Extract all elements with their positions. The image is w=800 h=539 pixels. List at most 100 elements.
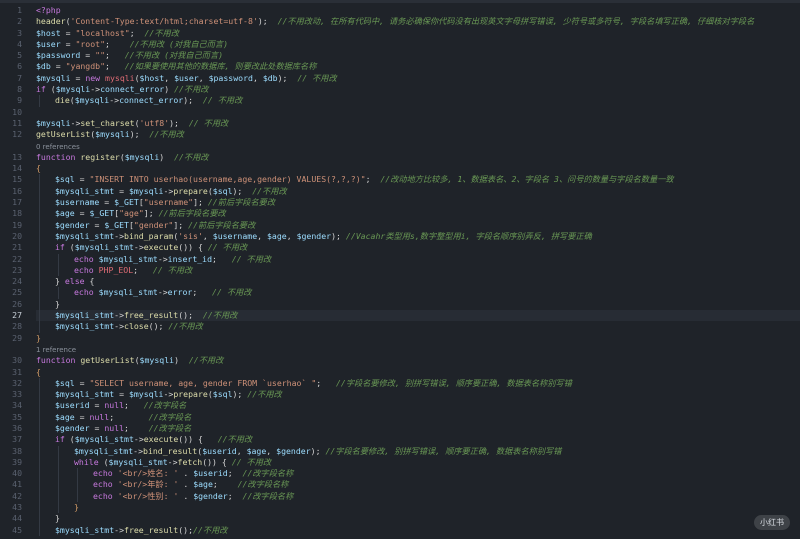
line-number: 17: [12, 197, 22, 208]
code-line[interactable]: while ($mysqli_stmt->fetch()) { // 不用改: [36, 456, 800, 469]
code-token: ->: [114, 524, 125, 535]
code-line[interactable]: }: [36, 298, 800, 311]
code-line[interactable]: $age = null; //改字段名: [36, 411, 800, 423]
line-number: 38: [12, 445, 22, 456]
code-line[interactable]: }: [36, 502, 800, 514]
code-line[interactable]: [36, 107, 800, 118]
code-line[interactable]: $username = $_GET["username"]; //前后字段名要改: [36, 197, 800, 209]
code-line[interactable]: $password = ""; //不用改 (对我自己而言): [36, 50, 800, 61]
code-line[interactable]: <?php: [36, 5, 800, 16]
code-line[interactable]: header('Content-Type:text/html;charset=u…: [36, 16, 800, 27]
code-line[interactable]: $sql = "SELECT username, age, gender FRO…: [36, 377, 800, 390]
code-token: $mysqli_stmt: [108, 456, 168, 467]
code-line[interactable]: $userid = null; //改字段名: [36, 400, 800, 412]
code-line[interactable]: $age = $_GET["age"]; //前后字段名要改: [36, 208, 800, 220]
line-number: 3: [17, 27, 22, 38]
code-area[interactable]: <?php header('Content-Type:text/html;char…: [36, 5, 800, 536]
code-line[interactable]: echo $mysqli_stmt->error; // 不用改: [36, 287, 800, 299]
code-line[interactable]: $mysqli = new mysqli($host, $user, $pass…: [36, 73, 800, 84]
code-line[interactable]: if ($mysqli_stmt->execute()) { // 不用改: [36, 242, 800, 254]
code-token: //不用改: [174, 151, 209, 162]
code-token: $mysqli_stmt: [55, 185, 115, 196]
code-line[interactable]: $mysqli_stmt->close(); //不用改: [36, 321, 800, 333]
code-line[interactable]: {: [36, 367, 800, 378]
code-token: .: [178, 490, 194, 501]
code-line[interactable]: echo '<br/>年龄: ' . $age; //改字段名称: [36, 479, 800, 491]
indent-guide: [39, 321, 40, 333]
code-token: free_result: [124, 524, 179, 535]
code-line[interactable]: echo PHP_EOL; // 不用改: [36, 264, 800, 277]
code-token: ];: [193, 197, 208, 208]
code-token: null: [89, 411, 110, 422]
code-token: ->: [163, 185, 174, 196]
codelens-label[interactable]: 0 references: [36, 143, 80, 151]
line-number: 20: [12, 230, 22, 241]
line-number: 19: [12, 219, 22, 230]
code-line[interactable]: $mysqli->set_charset('utf8'); // 不用改: [36, 118, 800, 129]
code-line[interactable]: $mysqli_stmt = $mysqli->prepare($sql); /…: [36, 185, 800, 198]
code-token: ();: [178, 310, 203, 321]
code-line[interactable]: $host = "localhost"; //不用改: [36, 28, 800, 39]
indent-guide: [39, 174, 40, 186]
code-token: $gender: [55, 219, 90, 230]
code-line[interactable]: $gender = null; //改字段名: [36, 422, 800, 435]
code-token: ;: [105, 38, 130, 49]
code-line[interactable]: echo $mysqli_stmt->insert_id; // 不用改: [36, 253, 800, 265]
code-line[interactable]: $mysqli_stmt->free_result();//不用改: [36, 524, 800, 536]
code-line[interactable]: getUserList($mysqli); //不用改: [36, 129, 800, 140]
line-number: 5: [17, 50, 22, 61]
code-line[interactable]: $gender = $_GET["gender"]; //前后字段名要改: [36, 219, 800, 231]
code-line[interactable]: $mysqli_stmt->bind_result($userid, $age,…: [36, 445, 800, 457]
code-token: //如果要使用其他的数据库, 则要改此处数据库名称: [124, 61, 317, 72]
code-token: .: [178, 479, 194, 490]
line-number: 44: [12, 513, 22, 524]
code-token: =: [74, 411, 90, 422]
code-token: =: [50, 61, 66, 72]
code-line[interactable]: die($mysqli->connect_error); // 不用改: [36, 95, 800, 107]
code-line[interactable]: $mysqli_stmt = $mysqli->prepare($sql); /…: [36, 389, 800, 401]
code-line[interactable]: if ($mysqli->connect_error) //不用改: [36, 84, 800, 95]
code-token: $age: [55, 411, 75, 422]
line-number: 34: [12, 400, 22, 411]
code-line[interactable]: {: [36, 163, 800, 174]
line-number: 40: [12, 468, 22, 479]
code-line[interactable]: echo '<br/>性别: ' . $gender; //改字段名称: [36, 490, 800, 503]
code-editor[interactable]: 1 2 3 4 5 6 7 8 9 10 11 12 13 14 15 16 17 18 19 20 21 22 23 24…: [0, 0, 800, 539]
codelens-label[interactable]: 1 reference: [36, 346, 76, 354]
code-token: ->: [114, 321, 125, 332]
code-token: $sql: [212, 389, 233, 400]
code-token: //不用改: [174, 84, 209, 95]
code-token: $sql: [212, 185, 233, 196]
codelens-references[interactable]: 1 reference: [36, 344, 800, 355]
code-token: $gender: [55, 422, 90, 433]
indent-guide: [58, 456, 59, 469]
code-token: ;: [212, 253, 232, 264]
line-number: 26: [12, 298, 22, 309]
code-line[interactable]: $sql = "INSERT INTO userhao(username,age…: [36, 174, 800, 186]
code-line[interactable]: } else {: [36, 276, 800, 288]
code-line[interactable]: $user = "root"; //不用改 (对我自己而言): [36, 39, 800, 50]
code-line[interactable]: function getUserList($mysqli) //不用改: [36, 355, 800, 366]
code-token: //前后字段名要改: [158, 208, 226, 219]
code-line[interactable]: }: [36, 333, 800, 344]
code-line[interactable]: }: [36, 513, 800, 525]
code-token: $mysqli_stmt: [98, 253, 158, 264]
codelens-references[interactable]: 0 references: [36, 141, 800, 152]
code-token: $user: [174, 72, 199, 83]
line-number: 2: [17, 16, 22, 27]
code-line[interactable]: $mysqli_stmt->free_result(); //不用改: [36, 310, 800, 322]
code-token: //改字段名: [143, 400, 187, 411]
code-token: // 不用改: [231, 456, 272, 467]
code-token: $user: [36, 38, 61, 49]
code-token: <?php: [36, 5, 61, 15]
code-token: "root": [75, 38, 106, 49]
code-token: =: [89, 400, 105, 411]
code-line[interactable]: $db = "yangdb"; //如果要使用其他的数据库, 则要改此处数据库名…: [36, 61, 800, 72]
code-line[interactable]: $mysqli_stmt->bind_param('sis', $usernam…: [36, 230, 800, 243]
code-token: '<br/>性别: ': [117, 490, 179, 501]
indent-guide: [39, 389, 40, 401]
code-token: bind_result: [143, 445, 198, 456]
code-line[interactable]: if ($mysqli_stmt->execute()) { //不用改: [36, 434, 800, 446]
code-line[interactable]: echo '<br/>姓名: ' . $userid; //改字段名称: [36, 468, 800, 480]
code-line[interactable]: function register($mysqli) //不用改: [36, 152, 800, 163]
